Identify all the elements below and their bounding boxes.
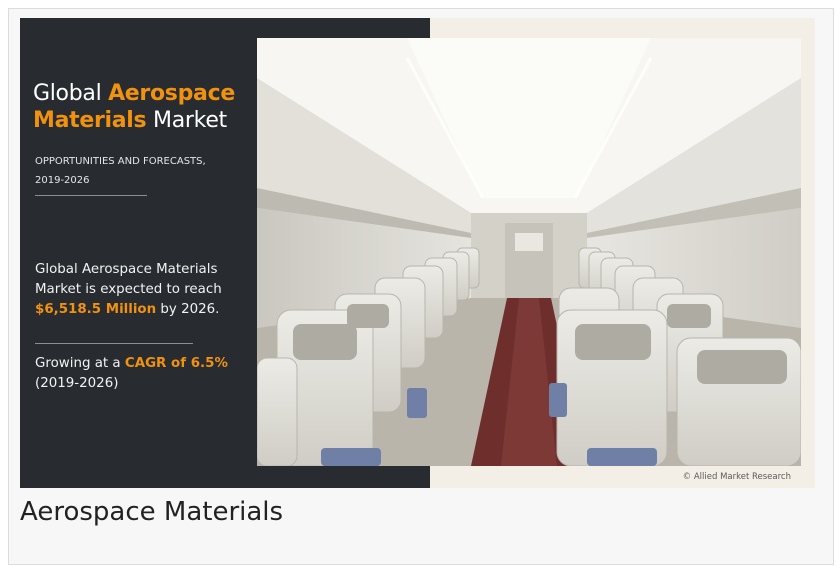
title-accent-2: Materials <box>33 108 147 133</box>
forecast-line-2: Market is expected to reach <box>35 282 222 297</box>
growth-cagr: CAGR of 6.5% <box>124 356 228 371</box>
forecast-suffix: by 2026. <box>156 302 220 317</box>
forecast-statement: Global Aerospace Materials Market is exp… <box>35 260 270 320</box>
market-infographic: Global Aerospace Materials Market OPPORT… <box>20 18 815 488</box>
copyright-credit: © Allied Market Research <box>682 472 791 482</box>
infographic-subtitle: OPPORTUNITIES AND FORECASTS, 2019-2026 <box>35 152 206 190</box>
divider <box>35 343 193 344</box>
title-plain-1: Global <box>33 81 109 106</box>
title-accent-1: Aerospace <box>108 81 235 106</box>
forecast-value: $6,518.5 Million <box>35 302 157 317</box>
growth-prefix: Growing at a <box>35 356 125 371</box>
title-plain-2: Market <box>146 108 227 133</box>
infographic-title: Global Aerospace Materials Market <box>33 80 235 134</box>
subtitle-line-1: OPPORTUNITIES AND FORECASTS, <box>35 156 206 167</box>
growth-period: (2019-2026) <box>35 376 119 391</box>
growth-statement: Growing at a CAGR of 6.5% (2019-2026) <box>35 354 270 394</box>
subtitle-line-2: 2019-2026 <box>35 175 90 186</box>
forecast-line-1: Global Aerospace Materials <box>35 262 218 277</box>
aircraft-cabin-photo <box>257 38 801 466</box>
divider <box>35 195 147 196</box>
page-caption: Aerospace Materials <box>20 497 284 527</box>
